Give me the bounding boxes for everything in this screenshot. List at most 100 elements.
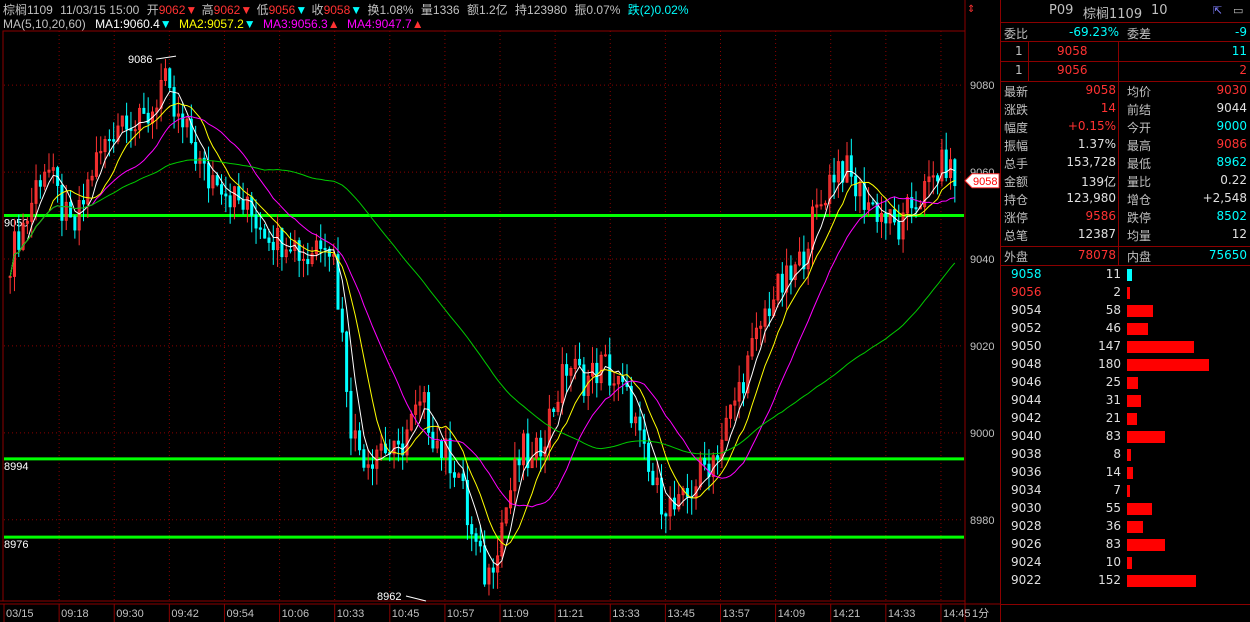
candle-body [202,157,206,164]
candle-body [112,139,116,142]
depth-row[interactable]: 9026 83 [1001,536,1250,554]
bid-row[interactable]: 1 9056 2 [1001,62,1250,80]
stat-value: 9030 [1216,83,1247,97]
stat-label: 涨跌 [1004,103,1029,117]
depth-row[interactable]: 9040 83 [1001,428,1250,446]
depth-row[interactable]: 9036 14 [1001,464,1250,482]
depth-price: 9024 [1011,555,1042,569]
candle-body [703,457,707,465]
depth-row[interactable]: 9048 180 [1001,356,1250,374]
depth-row[interactable]: 9038 8 [1001,446,1250,464]
svg-text:MA(5,10,20,60) MA1:9060.4▼: MA(5,10,20,60) MA1:9060.4▼ MA2:9057.2▼ M… [3,17,424,31]
depth-price: 9028 [1011,519,1042,533]
x-tick-label: 09:30 [116,608,144,620]
candle-body [38,180,42,187]
candle-body [440,440,444,458]
settings-icon[interactable]: ⇱ [1213,4,1222,17]
depth-bar [1127,467,1133,479]
bid-qty: 2 [1239,63,1247,77]
depth-row[interactable]: 9030 55 [1001,500,1250,518]
depth-row[interactable]: 9028 36 [1001,518,1250,536]
depth-row[interactable]: 9022 152 [1001,572,1250,590]
depth-price: 9040 [1011,429,1042,443]
header-symbol: 棕榈1109 [3,2,53,17]
stat-label: 均量 [1127,229,1152,243]
stat-value: 12 [1231,227,1247,241]
candle-body [263,228,267,239]
last-price-tag-text: 9058 [973,176,997,188]
candle-body [474,533,478,542]
quote-panel: P09 棕榈1109 10 ⇱ ▭ 委比 -69.23% 委差 -9 1 905… [1000,0,1250,622]
candle-body [789,265,793,280]
depth-row[interactable]: 9052 46 [1001,320,1250,338]
candle-body [358,430,362,451]
candle[interactable] [168,67,172,92]
depth-qty: 83 [1105,429,1121,443]
candle-body [133,129,137,132]
depth-bar [1127,449,1131,461]
candle-body [258,227,262,230]
weibi-label: 委比 [1004,27,1029,41]
candle-body [741,382,745,394]
candle-body [107,139,111,142]
candle-body [651,470,655,486]
depth-qty: 14 [1105,465,1121,479]
header-volume-label: 量 [421,3,433,17]
stat-label: 幅度 [1004,121,1029,135]
depth-row[interactable]: 9050 147 [1001,338,1250,356]
stat-row: 涨跌 14 前结 9044 [1001,100,1250,118]
panel-num: 10 [1151,3,1168,18]
depth-price: 9056 [1011,285,1042,299]
depth-bar [1127,359,1209,371]
x-tick-label: 09:18 [61,608,89,620]
depth-price: 9048 [1011,357,1042,371]
ask-row[interactable]: 1 9058 11 [1001,43,1250,61]
axis-scroll-icon[interactable]: ⇕ [967,4,975,15]
depth-row[interactable]: 9042 21 [1001,410,1250,428]
candle[interactable] [504,507,508,527]
candle-body [228,195,232,208]
minimize-icon[interactable]: ▭ [1233,4,1243,17]
depth-bar [1127,575,1196,587]
ma-legend-title: MA(5,10,20,60) [3,17,86,31]
depth-qty: 83 [1105,537,1121,551]
depth-row[interactable]: 9058 11 [1001,266,1250,284]
candle-body [660,477,664,515]
x-tick-label: 09:54 [226,608,254,620]
depth-row[interactable]: 9044 31 [1001,392,1250,410]
candle-body [215,175,219,186]
depth-price: 9022 [1011,573,1042,587]
candle-body [578,358,582,366]
depth-row[interactable]: 9056 2 [1001,284,1250,302]
stats-divider [1118,82,1119,265]
x-tick-label: 14:33 [888,608,916,620]
depth-bar [1127,521,1143,533]
stat-value: 8962 [1216,155,1247,169]
candle[interactable] [746,350,750,399]
header-turnover-value: 1.08% [380,3,414,17]
outer-value: 78078 [1077,248,1116,262]
stat-row: 持仓 123,980 增仓 +2,548 [1001,190,1250,208]
depth-bar [1127,413,1137,425]
kline-chart[interactable]: 棕榈1109 11/03/15 15:00 开9062▼ 高9062▼ 低905… [0,0,1000,622]
candle-body [936,175,940,182]
depth-price: 9044 [1011,393,1042,407]
depth-price: 9036 [1011,465,1042,479]
candle-body [595,362,599,384]
candle-body [565,364,569,376]
candle-body [897,221,901,240]
depth-price: 9034 [1011,483,1042,497]
depth-row[interactable]: 9046 25 [1001,374,1250,392]
depth-qty: 55 [1105,501,1121,515]
stat-label: 今开 [1127,121,1152,135]
stat-value: 9586 [1085,209,1116,223]
stat-value: 14 [1100,101,1116,115]
low-annotation: 8962 [377,591,401,603]
candle-body [125,115,129,130]
depth-row[interactable]: 9054 58 [1001,302,1250,320]
candle-body [819,204,823,207]
depth-row[interactable]: 9024 10 [1001,554,1250,572]
candle-body [207,162,211,189]
candle-body [431,431,435,449]
depth-row[interactable]: 9034 7 [1001,482,1250,500]
